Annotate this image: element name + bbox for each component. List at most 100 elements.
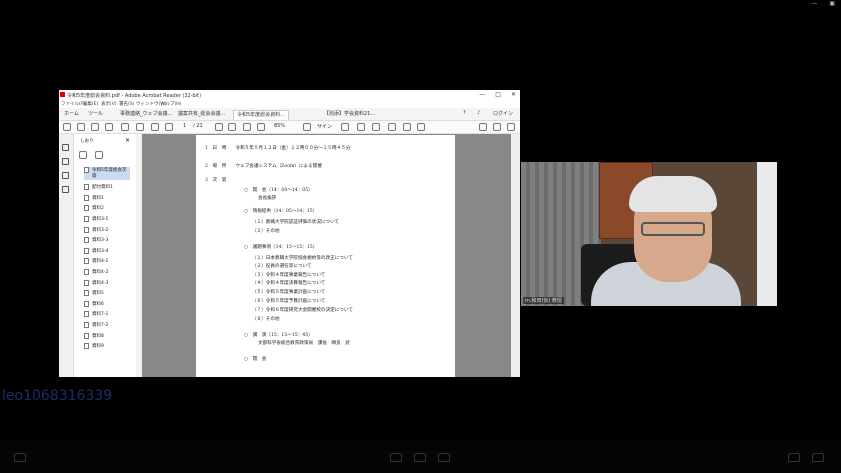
menu-edit[interactable]: 編集(E) xyxy=(83,101,98,107)
mic-icon[interactable] xyxy=(14,453,26,462)
bookmark-label: 資料3-4 xyxy=(92,248,109,254)
sign-icon[interactable] xyxy=(479,123,487,131)
vertical-scrollbar[interactable] xyxy=(511,134,520,377)
bookmark-item[interactable]: 資料2 xyxy=(84,204,130,213)
bookmarks-toolbar xyxy=(79,151,131,159)
document-line: （７）令和６年度研究大会開催校の決定について xyxy=(252,308,353,313)
menu-sign[interactable]: 署名(S) xyxy=(119,101,134,107)
copy-icon[interactable] xyxy=(105,123,113,131)
crop-icon[interactable] xyxy=(303,123,311,131)
tab-document-1[interactable]: 事務連絡_ウェブ会議... xyxy=(117,110,175,119)
page-icon xyxy=(84,279,89,286)
login-button[interactable]: ログイン xyxy=(493,110,513,117)
bookmark-item[interactable]: 資料3-3 xyxy=(84,236,130,245)
help-icon[interactable]: ? xyxy=(463,110,466,116)
bookmark-label: 資料7-1 xyxy=(92,312,109,318)
document-line: ○ 情報提供（14：05～14：15） xyxy=(244,209,318,214)
bookmark-icon[interactable] xyxy=(62,158,69,165)
bookmark-item[interactable]: 資料6 xyxy=(84,299,130,308)
zoom-out-icon[interactable] xyxy=(243,123,251,131)
mail-icon[interactable] xyxy=(493,123,501,131)
document-line: 3 次 第 xyxy=(205,178,227,183)
document-line: ○ 開 会（14：00～14：05） xyxy=(244,188,313,193)
print-icon[interactable] xyxy=(121,123,129,131)
save-icon[interactable] xyxy=(63,123,71,131)
rotate-icon[interactable] xyxy=(417,123,425,131)
pen-icon[interactable] xyxy=(357,123,365,131)
close-icon[interactable]: ✕ xyxy=(125,137,130,144)
chat-icon[interactable] xyxy=(414,453,426,462)
document-line: （４）令和４年度決算報告について xyxy=(252,281,326,286)
participant-name: m.和田(仮) 教授 xyxy=(523,297,564,304)
highlight-icon[interactable] xyxy=(372,123,380,131)
fit-label[interactable]: サイン xyxy=(317,123,332,130)
bookmark-item[interactable]: 令和5年度総会次第 xyxy=(84,167,130,180)
tab-document-active[interactable]: 令和5年度総会資料... xyxy=(233,110,289,120)
bookmark-item[interactable]: 資料7-1 xyxy=(84,310,130,319)
menu-view[interactable]: 表示(V) xyxy=(101,101,117,107)
bookmark-label: 資料8 xyxy=(92,333,104,339)
bookmark-label: 資料4-3 xyxy=(92,280,109,286)
menu-file[interactable]: ファイル(F) xyxy=(61,101,85,107)
page-number-input[interactable]: 1 xyxy=(183,123,186,129)
comment-icon[interactable] xyxy=(341,123,349,131)
zoom-select[interactable]: 85% xyxy=(274,123,285,129)
document-line: 会長挨拶 xyxy=(258,196,277,201)
page-icon xyxy=(84,194,89,201)
more-icon[interactable] xyxy=(812,453,824,462)
star-icon[interactable] xyxy=(77,123,85,131)
meeting-controls-bar xyxy=(0,440,841,473)
bookmark-item[interactable]: 資料7-2 xyxy=(84,320,130,329)
bookmark-item[interactable]: 資料4-1 xyxy=(84,257,130,266)
page-icon xyxy=(84,258,89,265)
document-line: ○ 閉 会 xyxy=(244,357,267,362)
upload-icon[interactable] xyxy=(91,123,99,131)
bookmark-item[interactable]: 資料4-3 xyxy=(84,278,130,287)
options-icon[interactable] xyxy=(79,151,87,159)
bookmark-item[interactable]: 資料4-2 xyxy=(84,267,130,276)
reactions-icon[interactable] xyxy=(788,453,800,462)
pointer-icon[interactable] xyxy=(215,123,223,131)
participants-icon[interactable] xyxy=(390,453,402,462)
bookmark-item[interactable]: 資料3-4 xyxy=(84,246,130,255)
search-icon[interactable] xyxy=(136,123,144,131)
attachment-icon[interactable] xyxy=(62,172,69,179)
hand-icon[interactable] xyxy=(228,123,236,131)
page-icon xyxy=(84,268,89,275)
bookmark-item[interactable]: 資料3-2 xyxy=(84,225,130,234)
tab-tools[interactable]: ツール xyxy=(85,110,106,119)
tab-home[interactable]: ホーム xyxy=(61,110,82,119)
bookmark-item[interactable]: 資料3-1 xyxy=(84,214,130,223)
bookmark-item[interactable]: 資料5 xyxy=(84,289,130,298)
minimize-icon[interactable]: — xyxy=(811,0,817,8)
bookmark-item[interactable]: 資料1 xyxy=(84,193,130,202)
thumbnails-icon[interactable] xyxy=(62,144,69,151)
share-icon[interactable] xyxy=(438,453,450,462)
bookmark-item[interactable]: 資料9 xyxy=(84,342,130,351)
delete-icon[interactable] xyxy=(403,123,411,131)
minimize-button[interactable]: — xyxy=(479,91,485,98)
bell-icon[interactable]: ♪ xyxy=(477,110,480,116)
tab-document-2[interactable]: 議案共有_総会会議... xyxy=(175,110,228,119)
popout-icon[interactable]: ▣ xyxy=(829,0,835,8)
zoom-in-icon[interactable] xyxy=(257,123,265,131)
bookmark-label: 資料4-1 xyxy=(92,259,109,265)
prev-page-icon[interactable] xyxy=(151,123,159,131)
stamp-icon[interactable] xyxy=(388,123,396,131)
participant-glasses xyxy=(641,222,705,236)
maximize-button[interactable]: □ xyxy=(495,91,501,98)
page-icon xyxy=(84,205,89,212)
bookmark-item[interactable]: 配付資料1 xyxy=(84,183,130,192)
participant-hair xyxy=(629,176,717,212)
account-icon[interactable] xyxy=(507,123,515,131)
bookmark-label: 資料3-2 xyxy=(92,227,109,233)
bookmark-item[interactable]: 資料8 xyxy=(84,331,130,340)
page-icon xyxy=(84,332,89,339)
layers-icon[interactable] xyxy=(62,186,69,193)
menu-help[interactable]: ヘルプ(H) xyxy=(161,101,181,107)
close-button[interactable]: ✕ xyxy=(511,91,516,98)
next-page-icon[interactable] xyxy=(165,123,173,131)
page-icon xyxy=(84,184,89,191)
tab-document-4[interactable]: 【別添】学会資料21... xyxy=(321,110,378,119)
new-bookmark-icon[interactable] xyxy=(95,151,103,159)
